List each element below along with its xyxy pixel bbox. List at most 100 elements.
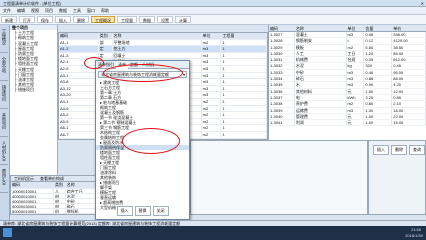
table-cell: 1 — [221, 65, 267, 72]
action-panel: 插入删除查询替换确定取消 — [368, 140, 426, 215]
tree-item[interactable]: ├ 措施项目 — [12, 87, 57, 92]
toolbar-button[interactable]: 工程量 — [117, 16, 137, 23]
table-cell: 0.98 — [364, 32, 393, 38]
table-cell: 中砂 — [295, 69, 347, 76]
table-cell: 机 — [54, 208, 66, 213]
menu-item[interactable]: 工具 — [70, 7, 84, 14]
table-row[interactable]: A1-1 部平整场地 m2 1 — [59, 39, 267, 47]
left-tab[interactable]: 人材机汇总 — [0, 137, 8, 165]
table-cell: 1.00 — [364, 113, 393, 120]
table-cell: 1 — [221, 98, 267, 105]
quota-table: 编码 名称 单位 含量 单价 1-3027 混凝土 m3 0.98 258.00 1-3028 钢筋… — [268, 25, 426, 140]
table-cell: 搅拌机 — [66, 208, 99, 213]
material-header: 编码 类别 名称 — [11, 182, 99, 189]
table-cell: 1-3038 — [269, 101, 295, 107]
table-cell: 水泥 — [295, 63, 347, 69]
table-cell: m2 — [202, 105, 222, 112]
table-cell: 0.86 — [364, 76, 393, 82]
menu-item[interactable]: 数据 — [56, 7, 70, 14]
table-cell: m3 — [202, 92, 222, 98]
menu-item[interactable]: 编辑 — [14, 7, 28, 14]
table-cell: 碎石 — [295, 76, 347, 82]
table-cell: 0.85 — [392, 94, 426, 101]
toolbar-button[interactable]: 数据 — [139, 16, 155, 23]
left-tab[interactable]: 费用汇总 — [0, 165, 8, 193]
table-cell: 1 — [221, 92, 267, 98]
table-cell: 4.20 — [392, 82, 426, 88]
table-cell: A1-1 — [59, 39, 99, 46]
toolbar-button[interactable]: 计算 — [175, 16, 191, 23]
popup-button[interactable]: 关闭 — [152, 206, 169, 216]
quota-column-header: 含量 — [364, 25, 393, 31]
toolbar-button[interactable]: 打开 — [19, 16, 35, 23]
menu-item[interactable]: 视图 — [28, 7, 42, 14]
menu-item[interactable]: 窗口 — [84, 7, 98, 14]
table-cell: 模板 — [295, 44, 347, 50]
table-cell: A1-2 — [59, 46, 99, 52]
table-cell: 材 — [54, 198, 66, 203]
table-cell: 材 — [54, 203, 66, 208]
table-cell: m2 — [202, 112, 222, 118]
table-cell: m3 — [347, 69, 365, 76]
table-row[interactable]: 1-3041 利润元 1.00 15.00 — [269, 120, 426, 127]
table-cell: 元 — [347, 113, 365, 120]
table-cell: 0.12 — [364, 38, 393, 44]
table-cell: 95.00 — [392, 69, 426, 76]
menu-item[interactable]: 项目 — [42, 7, 56, 14]
table-cell: m2 — [202, 131, 222, 138]
toolbar-button[interactable]: 插入 — [55, 16, 71, 23]
start-icon[interactable] — [3, 228, 12, 237]
toolbar-button[interactable]: 删除 — [73, 16, 89, 23]
toolbar-button[interactable]: 设置 — [157, 16, 173, 23]
table-cell: 中砂 — [66, 198, 99, 203]
toolbar-button[interactable]: 工程概况 — [91, 16, 115, 23]
table-cell: m3 — [202, 72, 222, 79]
table-cell: m2 — [202, 118, 222, 125]
left-tab[interactable]: 措施项目 — [0, 81, 8, 109]
table-cell: kWh — [347, 94, 365, 101]
table-cell: 平整场地 — [113, 39, 202, 46]
table-cell: A4-1 — [59, 98, 99, 105]
close-icon[interactable]: ✕ — [421, 0, 424, 6]
table-cell: 40000020001 — [11, 198, 54, 203]
table-cell: 材 — [54, 193, 66, 198]
table-cell: m3 — [202, 46, 222, 52]
side-button[interactable]: 删除 — [391, 145, 407, 155]
left-tab[interactable]: 分部分项 — [0, 53, 8, 81]
menu-item[interactable]: 文件 — [0, 7, 14, 14]
window-title: 工程量清单计价软件 - [单位工程] — [3, 1, 61, 6]
popup-button[interactable]: 插入 — [116, 206, 133, 216]
table-cell: 人 — [54, 188, 66, 193]
highlight-ellipse — [84, 57, 104, 69]
table-cell: 0.90 — [364, 82, 393, 88]
table-cell: 1-3029 — [269, 44, 295, 50]
popup-button[interactable]: 替换 — [134, 206, 151, 216]
quota-column-header: 名称 — [295, 25, 347, 31]
table-row[interactable]: A1-2 定挖土方 m3 1 — [59, 46, 267, 53]
menu-item[interactable]: 帮助 — [98, 7, 112, 14]
toolbar-button[interactable]: 新建 — [1, 16, 17, 23]
side-button[interactable]: 插入 — [373, 145, 389, 155]
grid-column-header: 工程量 — [221, 33, 267, 39]
table-cell: 台班 — [347, 57, 365, 63]
table-cell: 5.60 — [364, 44, 393, 50]
table-row[interactable]: 50000010001 机搅拌机 — [11, 208, 99, 214]
quota-column-header: 单位 — [347, 25, 365, 31]
table-cell: 4120.00 — [392, 38, 426, 44]
left-tab[interactable]: 工程概况 — [0, 25, 8, 53]
side-button[interactable]: 查询 — [409, 145, 425, 155]
table-cell: 22.00 — [392, 113, 426, 120]
table-cell: 0.46 — [364, 69, 393, 76]
left-tab[interactable]: 其他项目 — [0, 109, 8, 137]
popup-footer: 插入 替换 关闭 — [96, 205, 189, 217]
table-cell: 1-3040 — [269, 113, 295, 120]
table-cell: A3-1 — [59, 72, 99, 79]
toolbar-button[interactable]: 保存 — [37, 16, 53, 23]
highlight-ellipse — [103, 64, 183, 82]
table-cell: A6-7 — [59, 131, 99, 138]
grid-column-header: 单位 — [202, 33, 222, 39]
table-cell: m3 — [202, 59, 222, 65]
table-cell: 机械费 — [295, 57, 347, 63]
highlight-ellipse — [122, 128, 180, 154]
chevron-down-icon[interactable]: ▾ — [183, 72, 185, 78]
